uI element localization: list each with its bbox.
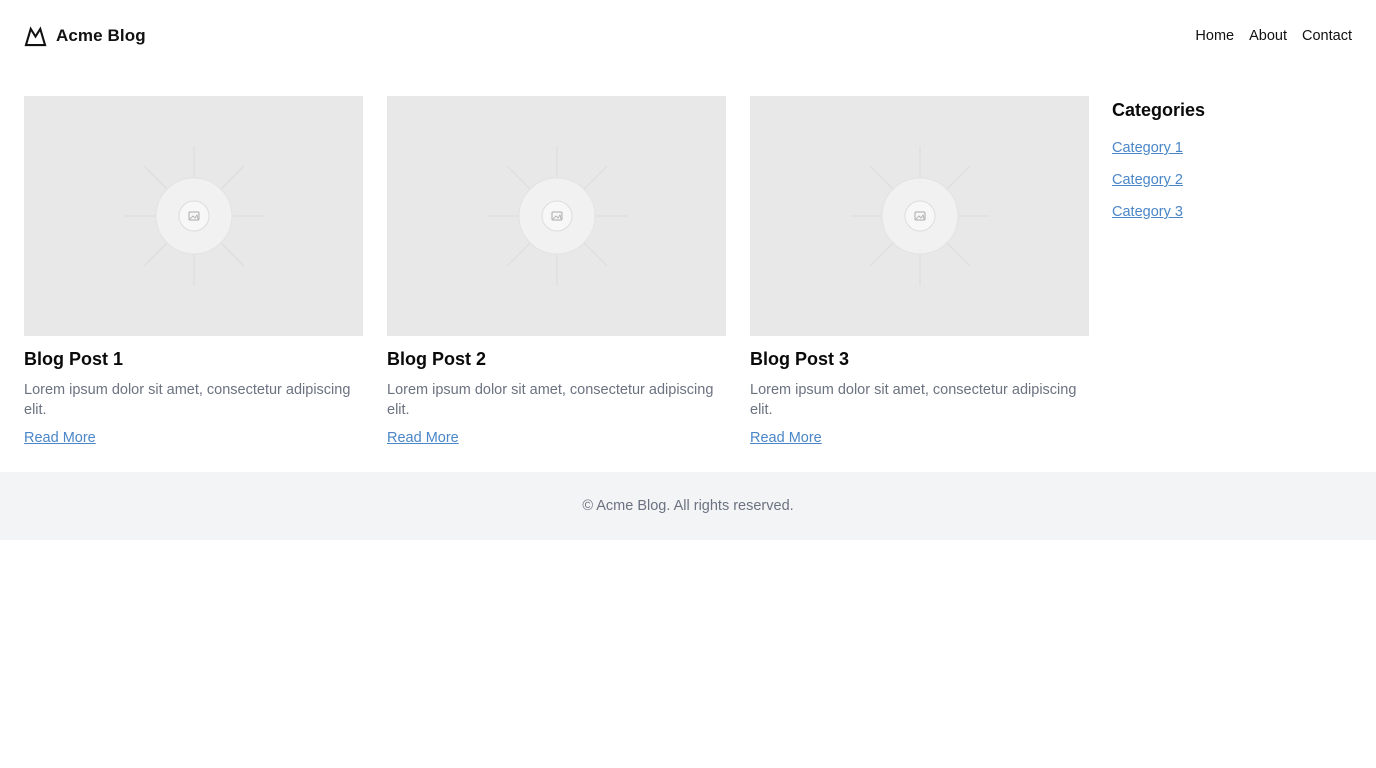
post-image (24, 96, 363, 336)
site-footer: © Acme Blog. All rights reserved. (0, 472, 1376, 540)
copyright-text: © Acme Blog. All rights reserved. (582, 498, 794, 514)
categories-sidebar: Categories Category 1 Category 2 Categor… (1112, 96, 1352, 448)
post-excerpt: Lorem ipsum dolor sit amet, consectetur … (387, 382, 714, 418)
category-item: Category 1 (1112, 138, 1352, 158)
post-card: Blog Post 3 Lorem ipsum dolor sit amet, … (750, 96, 1089, 448)
category-3-link[interactable]: Category 3 (1112, 204, 1183, 220)
post-title: Blog Post 3 (750, 349, 850, 369)
image-placeholder-icon (849, 146, 990, 286)
post-image (387, 96, 726, 336)
sidebar-title: Categories (1112, 100, 1206, 120)
category-item: Category 3 (1112, 202, 1352, 222)
post-excerpt: Lorem ipsum dolor sit amet, consectetur … (750, 382, 1077, 418)
image-placeholder-icon (486, 146, 627, 286)
category-list: Category 1 Category 2 Category 3 (1112, 138, 1352, 222)
image-placeholder-icon (123, 146, 264, 286)
main-content: Blog Post 1 Lorem ipsum dolor sit amet, … (0, 72, 1376, 448)
post-list: Blog Post 1 Lorem ipsum dolor sit amet, … (24, 96, 1089, 448)
brand-name: Acme Blog (56, 26, 146, 45)
post-title: Blog Post 2 (387, 349, 487, 369)
post-image (750, 96, 1089, 336)
nav-home-link[interactable]: Home (1195, 28, 1234, 44)
category-item: Category 2 (1112, 170, 1352, 190)
mountain-logo-icon (24, 25, 47, 46)
read-more-link[interactable]: Read More (24, 428, 96, 448)
post-card: Blog Post 2 Lorem ipsum dolor sit amet, … (387, 96, 726, 448)
category-2-link[interactable]: Category 2 (1112, 172, 1183, 188)
nav-about-link[interactable]: About (1249, 28, 1287, 44)
post-title: Blog Post 1 (24, 349, 124, 369)
site-header: Acme Blog Home About Contact (0, 0, 1376, 72)
post-excerpt: Lorem ipsum dolor sit amet, consectetur … (24, 382, 351, 418)
post-card: Blog Post 1 Lorem ipsum dolor sit amet, … (24, 96, 363, 448)
nav-contact-link[interactable]: Contact (1302, 28, 1352, 44)
brand-link[interactable]: Acme Blog (24, 25, 146, 47)
read-more-link[interactable]: Read More (387, 428, 459, 448)
main-nav: Home About Contact (1195, 28, 1352, 44)
category-1-link[interactable]: Category 1 (1112, 140, 1183, 156)
read-more-link[interactable]: Read More (750, 428, 822, 448)
